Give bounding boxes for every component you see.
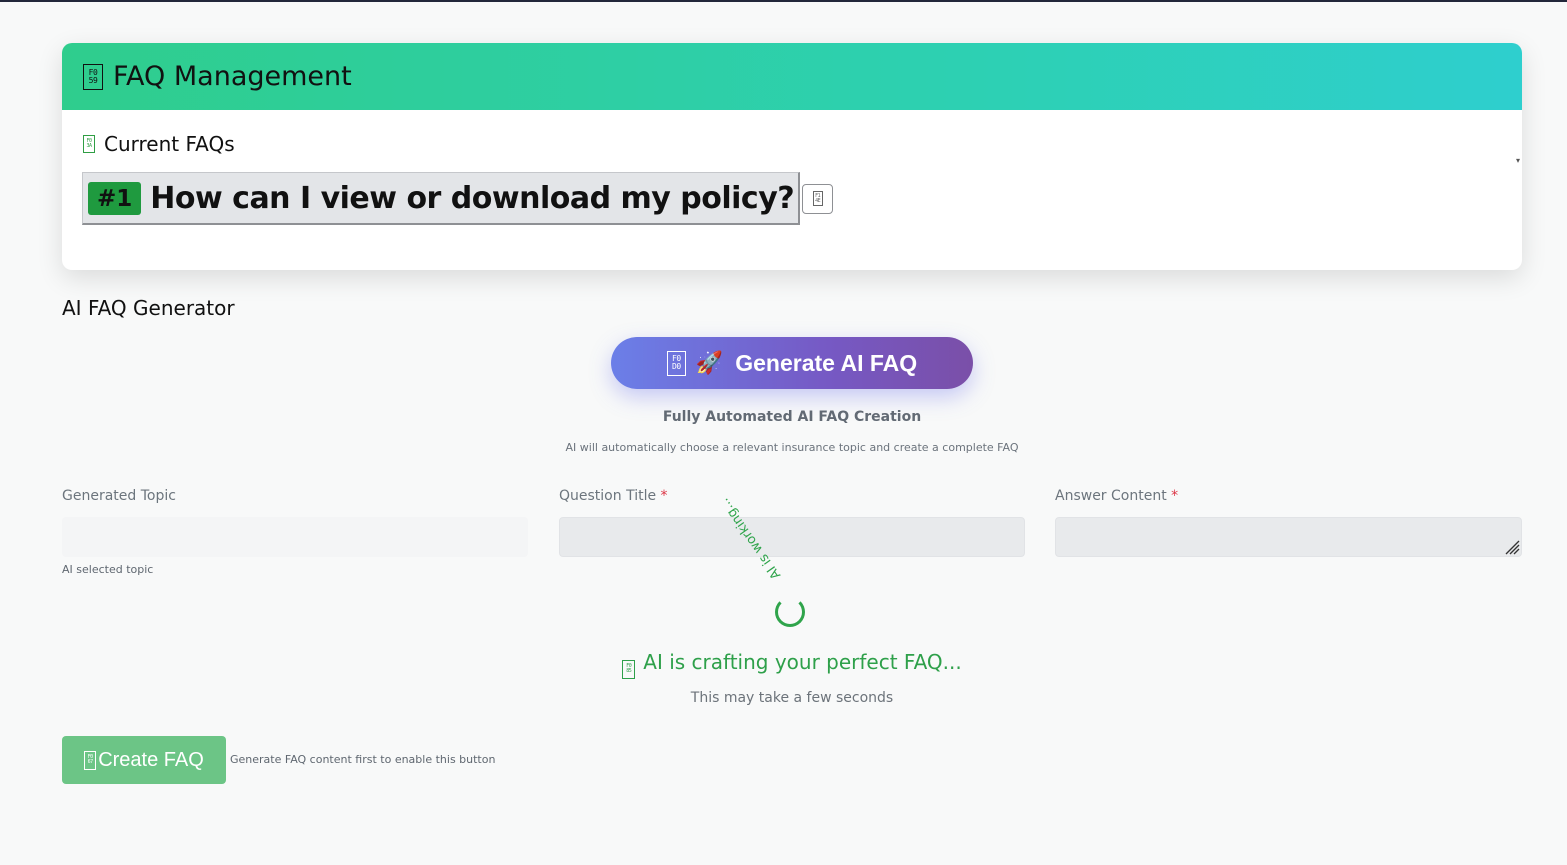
spinner-ring [775, 597, 805, 627]
loading-submessage: This may take a few seconds [690, 690, 894, 706]
generated-topic-field [62, 517, 528, 557]
current-faqs-label: Current FAQs [104, 132, 235, 156]
icon-code-line: D0 [672, 362, 681, 371]
required-marker: * [1171, 488, 1179, 504]
icon-code-line: 4E [815, 197, 821, 204]
create-faq-button[interactable]: F0 67 Create FAQ [62, 736, 226, 784]
loading-spinner: AI is working... [717, 495, 860, 642]
icon-code-line: 85 [626, 668, 632, 674]
rocket-icon: 🚀 [695, 350, 724, 375]
resize-handle-icon[interactable] [1504, 539, 1520, 555]
list-icon: F0 3A [83, 135, 95, 153]
faq-number-badge: #1 [88, 181, 142, 215]
automation-title: Fully Automated AI FAQ Creation [662, 409, 922, 425]
faq-question-button[interactable]: #1 How can I view or download my policy? [82, 172, 801, 225]
faq-edit-button[interactable]: F1 4E [802, 183, 834, 214]
ai-generator-title: AI FAQ Generator [62, 296, 235, 320]
sparkle-icon: F0 85 [622, 659, 636, 679]
faq-management-card: F0 59 FAQ Management F0 3A Current FAQs … [62, 43, 1522, 270]
generated-topic-label: Generated Topic [62, 488, 176, 504]
loading-message-text: AI is crafting your perfect FAQ... [643, 650, 962, 674]
icon-code-line: 3A [86, 143, 92, 149]
answer-content-label: Answer Content * [1055, 488, 1178, 504]
icon-code-line: 59 [88, 75, 98, 85]
generated-topic-label-text: Generated Topic [62, 488, 176, 504]
automation-subtitle: AI will automatically choose a relevant … [565, 441, 1019, 454]
loading-message: F0 85 AI is crafting your perfect FAQ... [0, 650, 1567, 679]
faq-management-icon: F0 59 [83, 63, 103, 90]
card-header: F0 59 FAQ Management [62, 43, 1522, 110]
plus-icon: F0 67 [84, 750, 97, 770]
question-title-label: Question Title * [559, 488, 668, 504]
create-faq-label: Create FAQ [98, 748, 204, 771]
answer-content-label-text: Answer Content [1055, 488, 1167, 504]
chevron-down-icon[interactable]: ▾ [1516, 156, 1520, 165]
generate-button-label: Generate AI FAQ [735, 349, 918, 376]
robot-icon: F0 D0 [666, 350, 686, 376]
icon-code-line: 67 [87, 759, 94, 765]
answer-content-textarea[interactable] [1055, 517, 1522, 557]
edit-icon: F1 4E [812, 191, 823, 206]
create-faq-hint: Generate FAQ content first to enable thi… [230, 753, 496, 766]
current-faqs-heading: F0 3A Current FAQs [83, 132, 235, 156]
topic-hint: AI selected topic [62, 563, 154, 576]
page-title: FAQ Management [113, 61, 352, 92]
required-marker: * [660, 488, 668, 504]
generate-ai-faq-button[interactable]: F0 D0 🚀 Generate AI FAQ [611, 337, 973, 389]
question-title-label-text: Question Title [559, 488, 657, 504]
faq-question-text: How can I view or download my policy? [150, 180, 795, 216]
faq-list-item: #1 How can I view or download my policy?… [82, 172, 834, 225]
top-border [0, 0, 1567, 2]
